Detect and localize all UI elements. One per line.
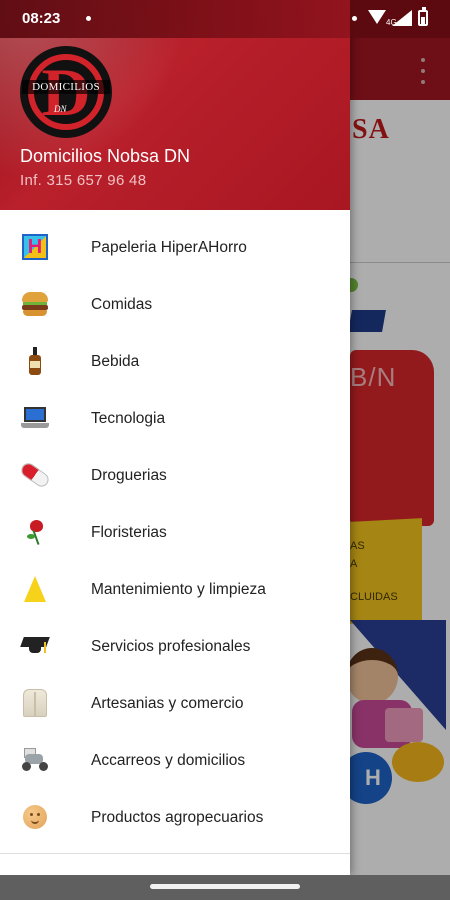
hiperahorro-icon: H (20, 232, 50, 262)
delivery-motorcycle-icon (20, 745, 50, 775)
graduation-cap-icon (20, 631, 50, 661)
menu-item-droguerias[interactable]: Droguerias (0, 447, 350, 504)
rose-icon (20, 517, 50, 547)
menu-item-label: Floristerias (91, 523, 167, 541)
menu-item-label: Tecnologia (91, 409, 166, 427)
logo-subtext: DN (54, 104, 67, 114)
home-gesture-handle[interactable] (150, 884, 300, 889)
menu-item-floristerias[interactable]: Floristerias (0, 504, 350, 561)
menu-item-papeleria[interactable]: H Papeleria HiperAHorro (0, 219, 350, 276)
menu-item-agropecuarios[interactable]: Productos agropecuarios (0, 789, 350, 846)
notification-dot-icon (352, 16, 357, 21)
pill-icon (18, 460, 52, 490)
drawer-subtitle: Inf. 315 657 96 48 (20, 172, 147, 189)
potato-icon (20, 802, 50, 832)
menu-divider (0, 853, 350, 854)
burger-icon (20, 289, 50, 319)
menu-item-label: Mantenimiento y limpieza (91, 580, 266, 598)
logo-text: DOMICILIOS (22, 80, 110, 94)
menu-item-artesanias[interactable]: Artesanias y comercio (0, 675, 350, 732)
menu-item-tecnologia[interactable]: Tecnologia (0, 390, 350, 447)
notification-dot-icon (86, 16, 91, 21)
menu-item-label: Bebida (91, 352, 140, 370)
status-bar: 08:23 4G (0, 0, 450, 38)
network-type: 4G (386, 18, 397, 27)
shawl-icon (20, 688, 50, 718)
laptop-icon (20, 403, 50, 433)
battery-icon (418, 7, 428, 26)
menu-item-servicios[interactable]: Servicios profesionales (0, 618, 350, 675)
navigation-drawer: D DOMICILIOS DN Domicilios Nobsa DN Inf.… (0, 0, 350, 875)
status-time: 08:23 (22, 10, 61, 27)
menu-item-label: Artesanias y comercio (91, 694, 244, 712)
menu-item-bebida[interactable]: Bebida (0, 333, 350, 390)
menu-item-label: Productos agropecuarios (91, 808, 264, 826)
wifi-icon (368, 10, 386, 24)
wet-floor-sign-icon (20, 574, 50, 604)
app-logo: D DOMICILIOS DN (20, 46, 112, 138)
menu-item-label: Papeleria HiperAHorro (91, 238, 247, 256)
menu-item-comidas[interactable]: Comidas (0, 276, 350, 333)
menu-item-label: Droguerias (91, 466, 167, 484)
bottle-icon (20, 346, 50, 376)
menu-item-accarreos[interactable]: Accarreos y domicilios (0, 732, 350, 789)
menu-item-label: Servicios profesionales (91, 637, 251, 655)
menu-item-label: Comidas (91, 295, 153, 313)
drawer-title: Domicilios Nobsa DN (20, 146, 191, 166)
drawer-menu: H Papeleria HiperAHorro Comidas Bebida T… (0, 219, 350, 846)
menu-item-label: Accarreos y domicilios (91, 751, 246, 769)
menu-item-mantenimiento[interactable]: Mantenimiento y limpieza (0, 561, 350, 618)
